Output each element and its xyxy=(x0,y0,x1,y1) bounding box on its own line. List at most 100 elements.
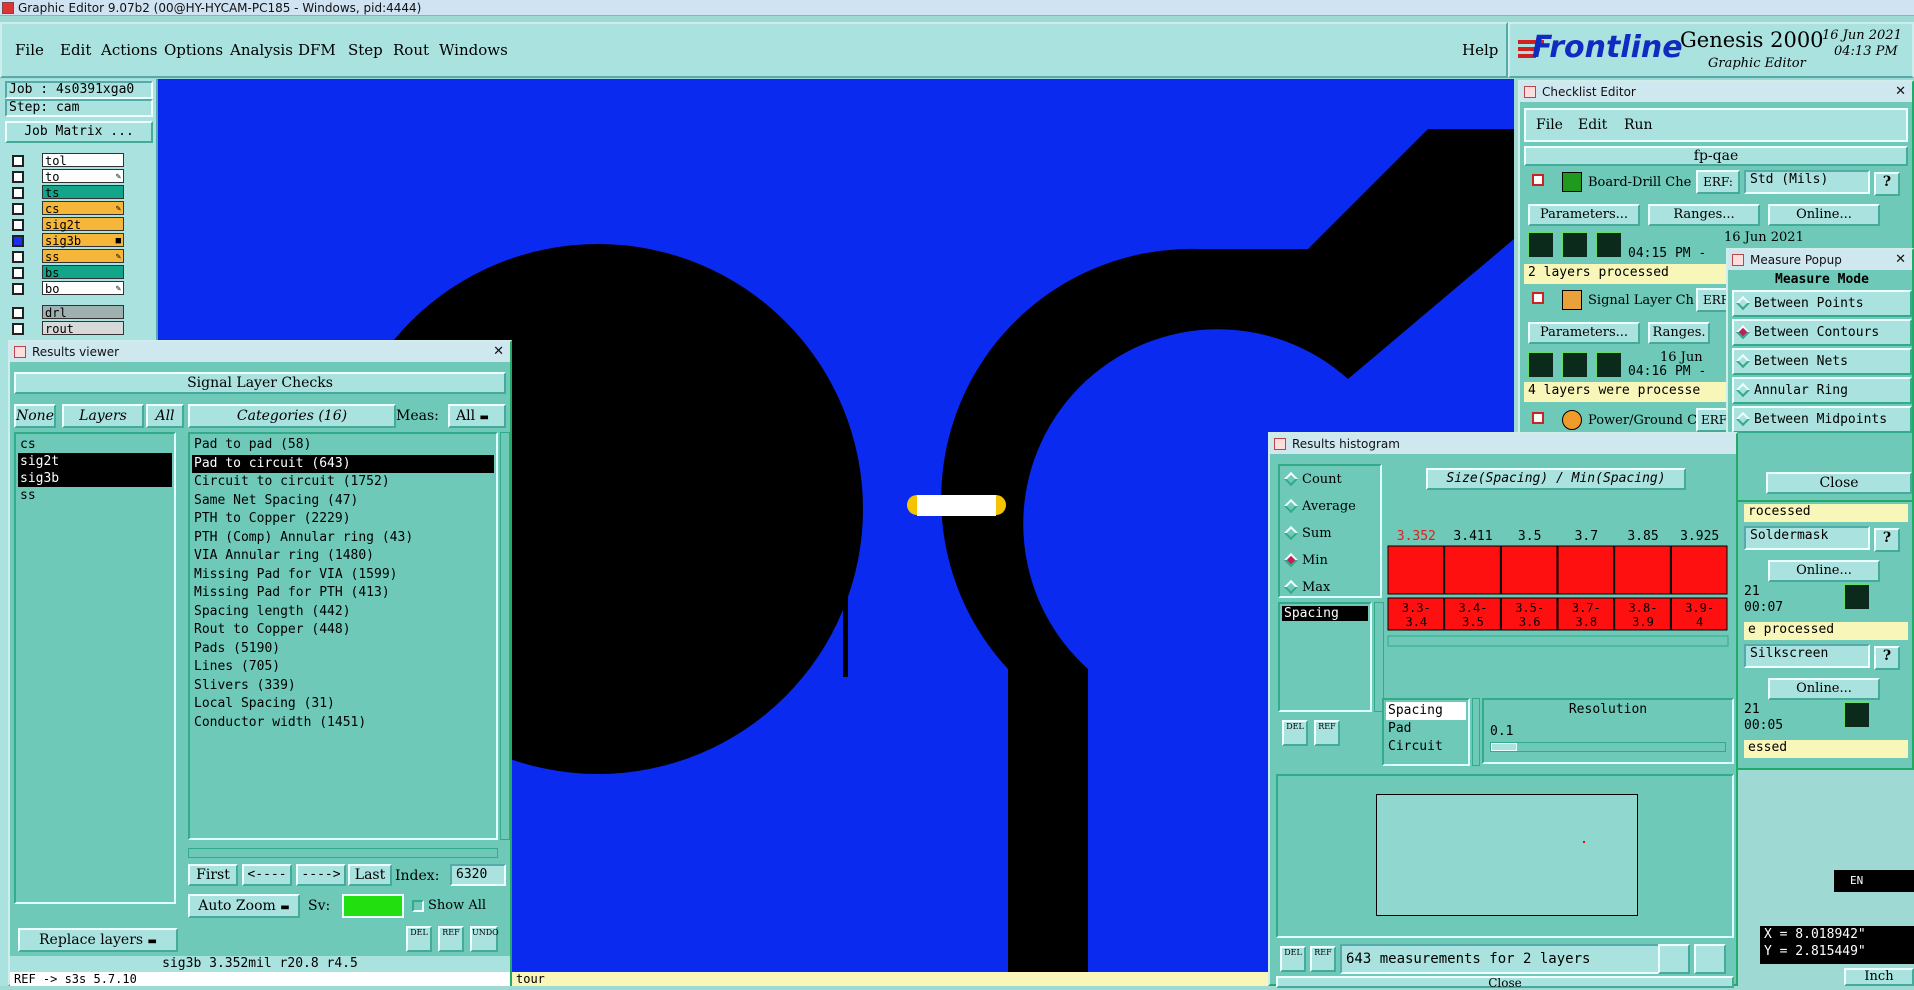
close-icon[interactable]: ✕ xyxy=(1895,82,1906,102)
category-item[interactable]: PTH (Comp) Annular ring (43) xyxy=(192,529,494,548)
category-item[interactable]: Slivers (339) xyxy=(192,677,494,696)
layer-item-ts[interactable]: ts xyxy=(42,185,124,200)
layer-checkbox[interactable] xyxy=(12,267,24,279)
hist-ref-button[interactable]: REF xyxy=(1314,720,1340,746)
layers-button[interactable]: Layers xyxy=(62,404,144,428)
categories-button[interactable]: Categories (16) xyxy=(188,404,396,428)
measure-option[interactable]: Between Nets xyxy=(1732,348,1912,375)
menu-analysis[interactable]: Analysis xyxy=(230,41,293,59)
histogram-mode-option[interactable]: Count xyxy=(1280,466,1380,493)
menu-windows[interactable]: Windows xyxy=(439,41,508,59)
layer-item-rout[interactable]: rout xyxy=(42,321,124,336)
none-button[interactable]: None xyxy=(14,404,56,428)
erf-value[interactable]: Std (Mils) xyxy=(1744,170,1870,194)
layer-checkbox[interactable] xyxy=(12,187,24,199)
check-enable-checkbox[interactable] xyxy=(1532,174,1544,186)
check-enable-checkbox[interactable] xyxy=(1532,292,1544,304)
spacing-scrollbar[interactable] xyxy=(1374,602,1384,712)
zoom-out-icon[interactable] xyxy=(1694,944,1726,974)
menu-actions[interactable]: Actions xyxy=(101,41,157,59)
histogram-close-button[interactable]: Close xyxy=(1276,976,1734,989)
online-button[interactable]: Online... xyxy=(1768,204,1880,226)
histogram-mode-option[interactable]: Min xyxy=(1280,547,1380,574)
result-layer-item[interactable]: ss xyxy=(18,487,172,504)
layer-item-ss[interactable]: ss ✎ xyxy=(42,249,124,264)
sv-color-select[interactable] xyxy=(342,894,404,918)
check-2-name[interactable]: Signal Layer Ch xyxy=(1588,293,1694,308)
help-button[interactable]: ? xyxy=(1874,172,1900,196)
undo-button[interactable]: UNDO xyxy=(470,926,499,952)
category-item[interactable]: Lines (705) xyxy=(192,658,494,677)
last-button[interactable]: Last xyxy=(348,864,392,886)
layer-item-tol[interactable]: tol xyxy=(42,153,124,168)
menu-options[interactable]: Options xyxy=(164,41,223,59)
checklist-menu-file[interactable]: File xyxy=(1536,117,1563,133)
layer-item-sig3b[interactable]: sig3b ■ xyxy=(42,233,124,248)
erf-value[interactable]: Silkscreen xyxy=(1744,644,1870,668)
run-icon[interactable] xyxy=(1528,352,1554,378)
hist-ref-button-2[interactable]: REF xyxy=(1310,946,1336,972)
erf-button[interactable]: ERF: xyxy=(1696,170,1740,194)
category-list[interactable]: Pad to pad (58) Pad to circuit (643) Circu… xyxy=(188,432,498,840)
layer-item-bo[interactable]: bo ✎ xyxy=(42,281,124,296)
job-matrix-button[interactable]: Job Matrix ... xyxy=(5,121,153,143)
measure-option[interactable]: Between Midpoints xyxy=(1732,406,1912,433)
units-button[interactable]: Inch xyxy=(1844,968,1914,986)
checklist-menu-run[interactable]: Run xyxy=(1624,117,1653,133)
layer-checkbox[interactable] xyxy=(12,323,24,335)
first-button[interactable]: First xyxy=(188,864,238,886)
layer-checkbox[interactable] xyxy=(12,155,24,167)
category-item[interactable]: VIA Annular ring (1480) xyxy=(192,547,494,566)
menu-rout[interactable]: Rout xyxy=(393,41,429,59)
layer-item-cs[interactable]: cs ✎ xyxy=(42,201,124,216)
category-item[interactable]: Spacing length (442) xyxy=(192,603,494,622)
del-button[interactable]: DEL xyxy=(406,926,432,952)
category-hscrollbar[interactable] xyxy=(188,848,498,858)
run-icon[interactable] xyxy=(1562,232,1588,258)
run-icon[interactable] xyxy=(1596,232,1622,258)
layer-checkbox[interactable] xyxy=(12,219,24,231)
auto-zoom-button[interactable]: Auto Zoom ▬ xyxy=(188,894,300,918)
menu-step[interactable]: Step xyxy=(348,41,383,59)
parameters-button[interactable]: Parameters... xyxy=(1528,204,1640,226)
measure-option[interactable]: Annular Ring xyxy=(1732,377,1912,404)
histogram-mode-option[interactable]: Average xyxy=(1280,493,1380,520)
category-item[interactable]: Circuit to circuit (1752) xyxy=(192,473,494,492)
check-1-name[interactable]: Board-Drill Che xyxy=(1588,175,1691,190)
category-item[interactable]: Local Spacing (31) xyxy=(192,695,494,714)
resolution-slider[interactable] xyxy=(1490,742,1726,752)
next-button[interactable]: ----> xyxy=(296,864,346,886)
menu-file[interactable]: File xyxy=(15,41,44,59)
erf-value[interactable]: Soldermask xyxy=(1744,526,1870,550)
show-all-checkbox[interactable] xyxy=(412,900,424,912)
help-button[interactable]: ? xyxy=(1874,528,1900,552)
category-scrollbar[interactable] xyxy=(500,432,510,840)
ref-button[interactable]: REF xyxy=(438,926,464,952)
prev-button[interactable]: <---- xyxy=(242,864,292,886)
parameters-button[interactable]: Parameters... xyxy=(1528,322,1640,344)
type-list-item[interactable]: Pad xyxy=(1386,720,1466,738)
type-scrollbar[interactable] xyxy=(1472,698,1480,766)
type-list-item[interactable]: Circuit xyxy=(1386,738,1466,756)
type-list[interactable]: Spacing Pad Circuit xyxy=(1382,698,1470,766)
all-button[interactable]: All xyxy=(146,404,184,428)
check-3-name[interactable]: Power/Ground C xyxy=(1588,413,1697,428)
zoom-in-icon[interactable] xyxy=(1658,944,1690,974)
spacing-list-item[interactable]: Spacing xyxy=(1282,606,1368,621)
menu-edit[interactable]: Edit xyxy=(60,41,91,59)
layer-checkbox[interactable] xyxy=(12,251,24,263)
result-layer-item[interactable]: sig2t xyxy=(18,453,172,470)
layer-checkbox[interactable] xyxy=(12,203,24,215)
category-item[interactable]: Pads (5190) xyxy=(192,640,494,659)
online-button[interactable]: Online... xyxy=(1768,560,1880,582)
layer-item-to[interactable]: to ✎ xyxy=(42,169,124,184)
menu-help[interactable]: Help xyxy=(1462,41,1498,59)
histogram-mode-option[interactable]: Max xyxy=(1280,574,1380,601)
run-icon[interactable] xyxy=(1596,352,1622,378)
run-icon[interactable] xyxy=(1528,232,1554,258)
index-input[interactable]: 6320 xyxy=(450,864,506,886)
result-layer-item[interactable]: sig3b xyxy=(18,470,172,487)
category-item[interactable]: PTH to Copper (2229) xyxy=(192,510,494,529)
ranges-button[interactable]: Ranges. xyxy=(1648,322,1710,344)
category-item[interactable]: Missing Pad for PTH (413) xyxy=(192,584,494,603)
